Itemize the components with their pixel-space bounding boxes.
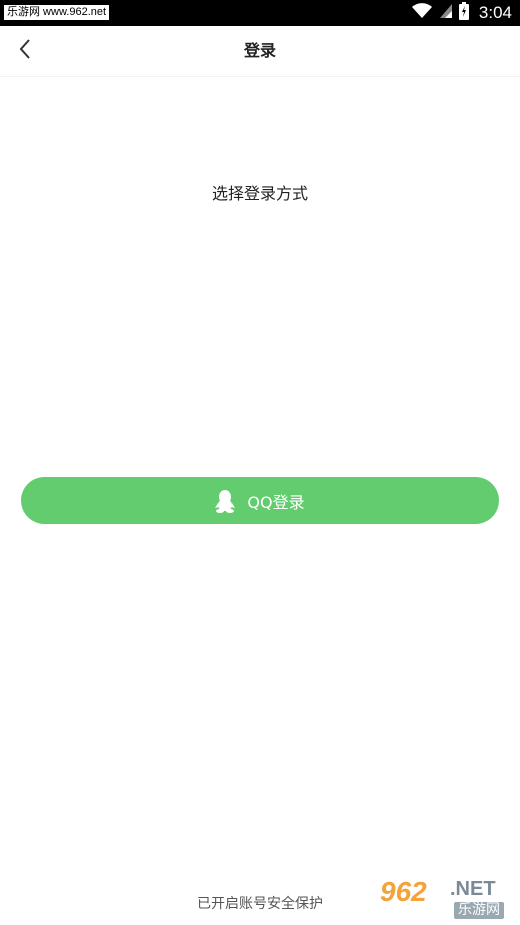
page-title: 登录: [243, 41, 276, 60]
watermark-logo: 962 .NET 乐游网: [380, 876, 516, 921]
status-icons: 3:04: [411, 0, 512, 26]
login-method-prompt: 选择登录方式: [211, 184, 308, 203]
status-bar: 乐游网 www.962.net 3:04: [0, 0, 520, 26]
battery-icon: [458, 2, 469, 24]
watermark-suffix: .NET: [450, 878, 496, 900]
status-time: 3:04: [478, 3, 512, 22]
watermark-number: 962: [380, 876, 427, 907]
qq-penguin-icon: [215, 489, 236, 513]
watermark-cn: 乐游网: [454, 902, 504, 919]
qq-login-button[interactable]: QQ登录: [21, 477, 499, 524]
header-bar: 登录: [0, 26, 520, 77]
qq-login-label: QQ登录: [247, 492, 305, 512]
wifi-icon: [411, 3, 433, 23]
watermark-tag: 乐游网 www.962.net: [4, 5, 110, 20]
signal-icon: [439, 3, 453, 23]
